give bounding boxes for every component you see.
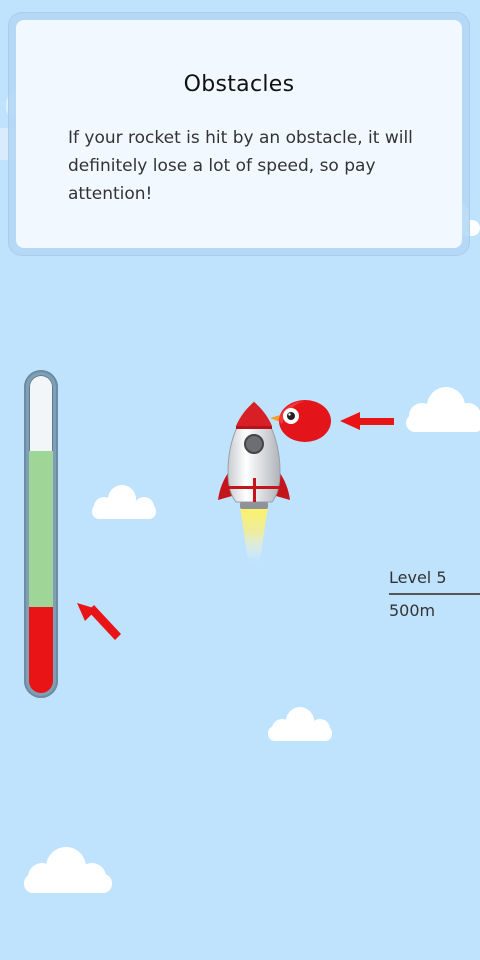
tutorial-card: Obstacles If your rocket is hit by an ob…	[8, 12, 470, 256]
arrow-left-icon	[338, 409, 396, 439]
cloud	[404, 386, 480, 434]
cloud	[266, 706, 334, 742]
tutorial-card-panel: Obstacles If your rocket is hit by an ob…	[16, 20, 462, 248]
tutorial-title: Obstacles	[183, 72, 295, 97]
level-label: Level 5	[389, 568, 447, 587]
speed-gauge-green-zone	[29, 451, 53, 608]
level-indicator: Level 5 500m	[389, 567, 480, 622]
speed-gauge-fill	[29, 607, 53, 693]
speed-gauge	[24, 370, 58, 698]
arrow-up-left-icon	[74, 600, 124, 648]
cloud	[90, 484, 158, 520]
level-divider	[389, 593, 480, 595]
game-scene: Obstacles If your rocket is hit by an ob…	[0, 0, 480, 960]
cloud	[22, 846, 114, 894]
red-bird-icon	[268, 398, 334, 450]
level-distance: 500m	[389, 601, 436, 620]
tutorial-text: If your rocket is hit by an obstacle, it…	[68, 128, 413, 204]
speed-gauge-track	[29, 375, 53, 693]
